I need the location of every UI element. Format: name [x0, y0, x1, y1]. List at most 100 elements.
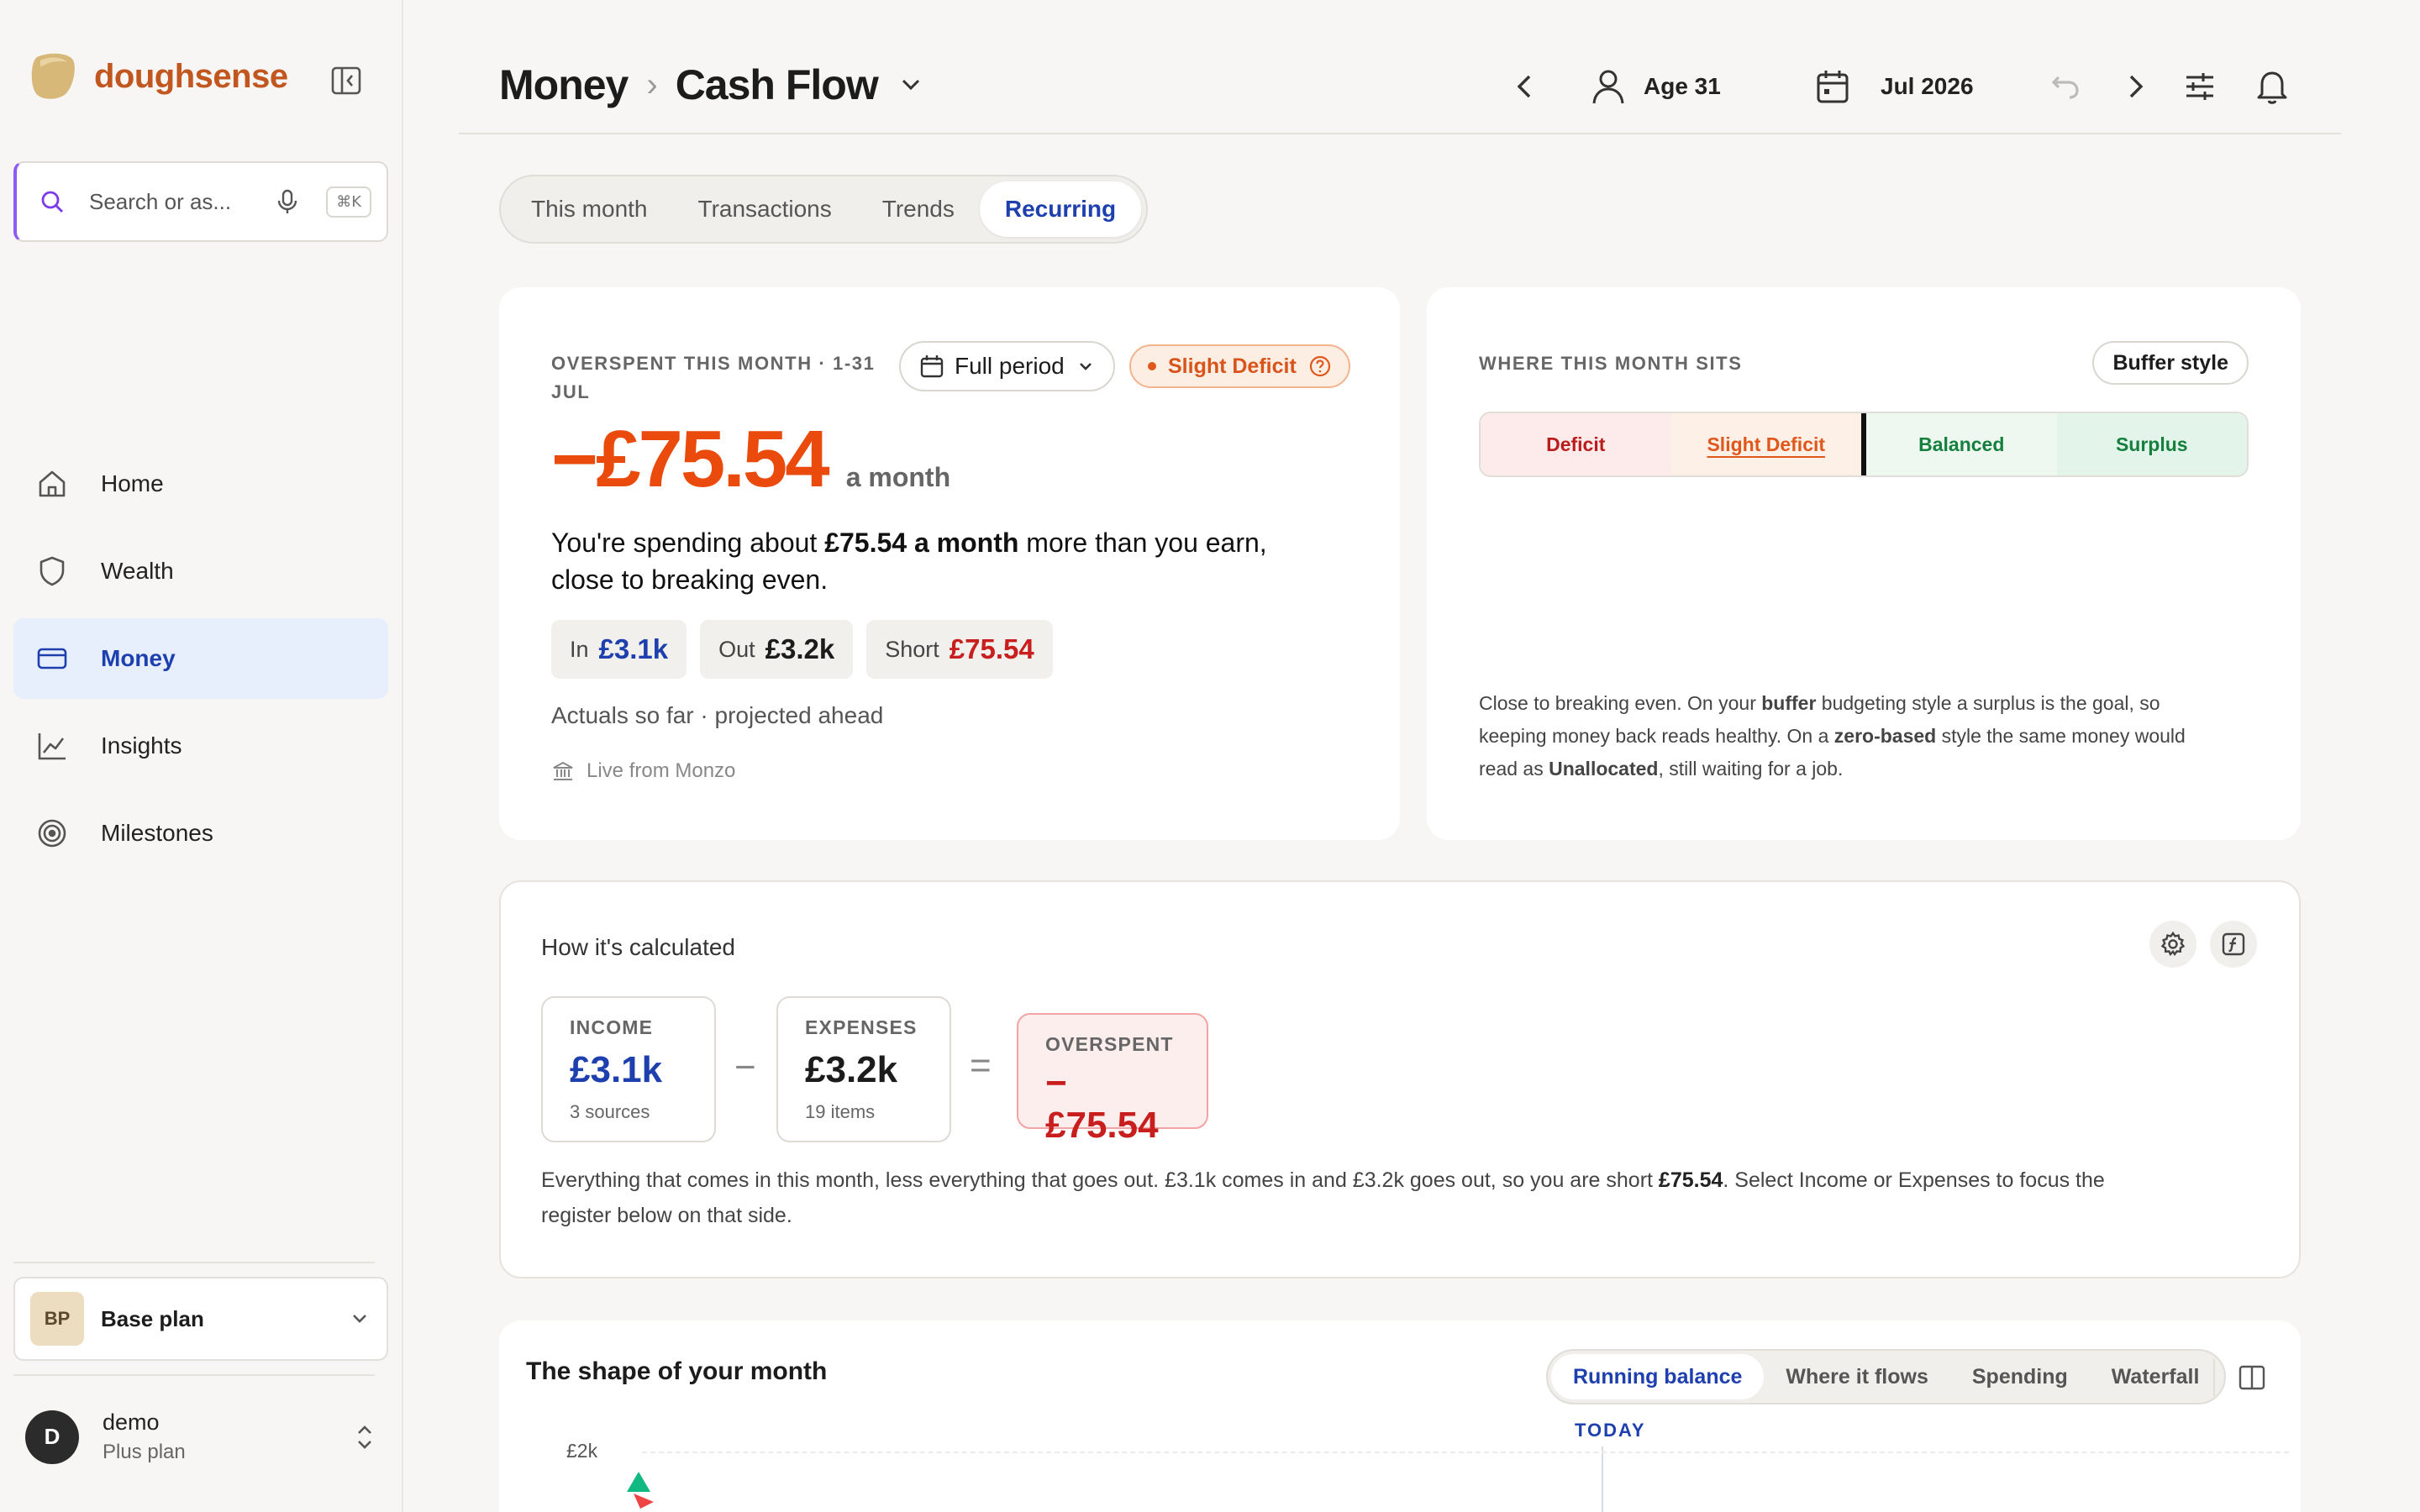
- eyebrow-line: OVERSPENT THIS MONTH · 1-31: [551, 353, 876, 374]
- search-box[interactable]: Search or as... ⌘K: [13, 161, 388, 242]
- chevron-down-icon[interactable]: [897, 71, 925, 99]
- chip-out[interactable]: Out £3.2k: [700, 620, 854, 679]
- today-line: [1602, 1446, 1603, 1512]
- sidebar-collapse-icon[interactable]: [329, 64, 363, 97]
- balance-markers: [627, 1472, 654, 1509]
- desc-text: close to breaking even.: [551, 564, 829, 595]
- chip-in[interactable]: In £3.1k: [551, 620, 687, 679]
- top-bar: Money › Cash Flow Age 31 Jul 2026: [459, 0, 2341, 134]
- sidebar-item-insights[interactable]: Insights: [13, 706, 388, 786]
- breadcrumb-parent[interactable]: Money: [499, 60, 629, 109]
- y-tick-label: £2k: [566, 1440, 598, 1462]
- status-badge[interactable]: Slight Deficit: [1129, 344, 1350, 388]
- explain-text: keeping money back reads healthy. On a: [1479, 725, 1834, 747]
- next-month-icon[interactable]: [2119, 66, 2153, 108]
- sliders-icon[interactable]: [2181, 66, 2218, 108]
- status-dot: [1148, 362, 1156, 370]
- tab-this-month[interactable]: This month: [506, 181, 673, 237]
- sidebar-item-label: Milestones: [101, 820, 213, 846]
- month-picker[interactable]: Jul 2026: [1815, 66, 1974, 108]
- overspend-amount: −£75.54: [551, 414, 830, 504]
- buffer-style-button[interactable]: Buffer style: [2092, 341, 2249, 385]
- segment-deficit[interactable]: Deficit: [1481, 413, 1671, 475]
- user-menu[interactable]: D demo Plus plan: [25, 1410, 378, 1464]
- period-label: Full period: [955, 353, 1065, 379]
- tab-transactions[interactable]: Transactions: [673, 181, 857, 237]
- tab-where-it-flows[interactable]: Where it flows: [1764, 1354, 1949, 1399]
- view-tabs: This month Transactions Trends Recurring: [499, 175, 1149, 244]
- sidebar-item-milestones[interactable]: Milestones: [13, 793, 388, 874]
- formula-button[interactable]: [2210, 921, 2257, 968]
- sidebar-item-label: Home: [101, 470, 164, 496]
- income-value: £3.1k: [570, 1049, 663, 1090]
- month-shape-card: The shape of your month Running balance …: [499, 1320, 2301, 1512]
- overspend-amount-row: −£75.54 a month: [551, 413, 950, 506]
- sidebar-item-label: Wealth: [101, 558, 174, 584]
- settings-button[interactable]: [2149, 921, 2196, 968]
- dough-logo-icon: [31, 53, 75, 99]
- sidebar-nav: Home Wealth Money Insights Milestones: [13, 444, 388, 880]
- overspend-summary-card: OVERSPENT THIS MONTH · 1-31 JUL Full per…: [499, 287, 1400, 840]
- shield-icon: [39, 556, 65, 586]
- shape-title: The shape of your month: [526, 1357, 828, 1385]
- age-indicator[interactable]: Age 31: [1590, 66, 1721, 108]
- bell-icon[interactable]: [2254, 66, 2291, 108]
- divider: [2213, 1359, 2215, 1396]
- user-plan: Plus plan: [103, 1441, 186, 1463]
- sidebar-item-label: Insights: [101, 732, 182, 759]
- plan-selector[interactable]: BP Base plan: [13, 1277, 388, 1361]
- microphone-icon[interactable]: [274, 188, 301, 215]
- search-input[interactable]: Search or as...: [89, 189, 274, 215]
- user-info: demo Plus plan: [103, 1410, 351, 1464]
- tab-waterfall[interactable]: Waterfall: [2090, 1354, 2222, 1399]
- expenses-box[interactable]: EXPENSES £3.2k 19 items: [776, 996, 951, 1142]
- segment-balanced[interactable]: Balanced: [1866, 413, 2057, 475]
- chip-short[interactable]: Short £75.54: [866, 620, 1053, 679]
- period-dropdown[interactable]: Full period: [899, 341, 1115, 391]
- prev-month-icon[interactable]: [1507, 66, 1541, 108]
- undo-icon[interactable]: [2047, 66, 2084, 108]
- calendar-icon: [920, 355, 944, 378]
- explain-text: style the same money would: [1936, 725, 2186, 747]
- tab-spending[interactable]: Spending: [1950, 1354, 2090, 1399]
- overspent-result-box: OVERSPENT −£75.54: [1017, 1013, 1208, 1146]
- data-source: Live from Monzo: [551, 759, 735, 783]
- segment-label: Deficit: [1546, 433, 1606, 455]
- segment-surplus[interactable]: Surplus: [2056, 413, 2247, 475]
- flow-chips: In £3.1k Out £3.2k Short £75.54: [551, 620, 1066, 679]
- tab-recurring[interactable]: Recurring: [979, 181, 1142, 237]
- avatar: D: [25, 1410, 79, 1464]
- user-name: demo: [103, 1410, 160, 1435]
- segment-label: Surplus: [2115, 433, 2188, 455]
- sidebar-item-wealth[interactable]: Wealth: [13, 531, 388, 612]
- income-box[interactable]: INCOME £3.1k 3 sources: [541, 996, 716, 1142]
- tab-trends[interactable]: Trends: [857, 181, 980, 237]
- position-spectrum: Deficit Slight Deficit Balanced Surplus: [1479, 412, 2249, 477]
- summary-description: You're spending about £75.54 a month mor…: [551, 524, 1267, 598]
- sidebar-item-home[interactable]: Home: [13, 444, 388, 524]
- expenses-sub: 19 items: [805, 1101, 876, 1122]
- desc-text: more than you earn,: [1018, 528, 1267, 558]
- segment-slight-deficit[interactable]: Slight Deficit: [1670, 413, 1866, 475]
- tab-running-balance[interactable]: Running balance: [1551, 1354, 1765, 1399]
- calc-bold: £75.54: [1658, 1168, 1723, 1192]
- expenses-key: EXPENSES: [805, 1016, 918, 1038]
- brand[interactable]: doughsense: [29, 52, 288, 101]
- income-marker-icon: [627, 1472, 650, 1492]
- person-icon: [1592, 70, 1624, 104]
- chip-label: Out: [718, 636, 755, 662]
- position-card: WHERE THIS MONTH SITS Buffer style Defic…: [1427, 287, 2301, 840]
- actuals-note: Actuals so far · projected ahead: [551, 702, 884, 728]
- shape-tabs: Running balance Where it flows Spending …: [1546, 1349, 2227, 1404]
- equals-operator: =: [970, 1045, 992, 1086]
- explain-bold: Unallocated: [1549, 758, 1659, 780]
- page-title: Cash Flow: [675, 61, 879, 108]
- split-view-icon[interactable]: [2237, 1362, 2267, 1393]
- minus-operator: −: [734, 1047, 756, 1088]
- divider: [13, 1262, 375, 1263]
- sidebar-item-money[interactable]: Money: [13, 618, 388, 699]
- chip-value: £75.54: [949, 633, 1034, 664]
- explain-text: , still waiting for a job.: [1658, 758, 1844, 780]
- chip-label: In: [570, 636, 589, 662]
- explain-bold: buffer: [1761, 692, 1817, 714]
